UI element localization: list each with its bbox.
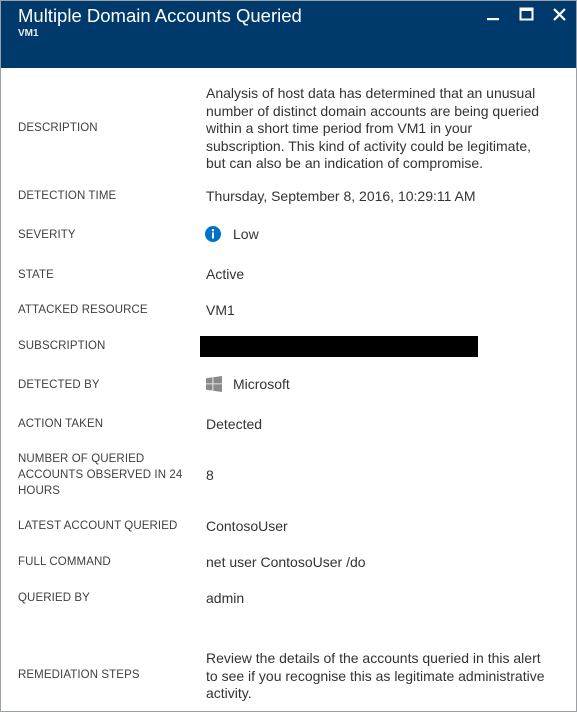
subscription-label: SUBSCRIPTION bbox=[18, 340, 106, 352]
queried-by-value: admin bbox=[206, 590, 245, 606]
blade-title: Multiple Domain Accounts Queried bbox=[18, 5, 302, 26]
subscription-redacted-value bbox=[200, 336, 478, 357]
description-value: Analysis of host data has determined tha… bbox=[206, 85, 540, 171]
maximize-icon bbox=[519, 7, 534, 21]
minimize-button[interactable] bbox=[483, 5, 503, 25]
close-button[interactable] bbox=[550, 5, 570, 25]
state-value: Active bbox=[206, 266, 245, 282]
full-command-value: net user ContosoUser /do bbox=[206, 554, 366, 570]
maximize-button[interactable] bbox=[517, 5, 537, 25]
attacked-resource-label: ATTACKED RESOURCE bbox=[18, 304, 148, 316]
action-taken-label: ACTION TAKEN bbox=[18, 418, 104, 430]
severity-label: SEVERITY bbox=[18, 229, 76, 241]
minimize-icon bbox=[487, 18, 499, 21]
severity-value: Low bbox=[233, 226, 259, 242]
queried-by-label: QUERIED BY bbox=[18, 592, 90, 604]
alert-details-blade: Multiple Domain Accounts Queried VM1 DES… bbox=[0, 0, 577, 712]
full-command-label: FULL COMMAND bbox=[18, 556, 111, 568]
detected-by-label: DETECTED BY bbox=[18, 379, 100, 391]
remediation-steps-value: Review the details of the accounts queri… bbox=[206, 650, 545, 701]
attacked-resource-value: VM1 bbox=[206, 302, 235, 318]
blade-subtitle: VM1 bbox=[18, 28, 39, 39]
queried-accounts-count-value: 8 bbox=[206, 467, 214, 483]
info-icon bbox=[205, 226, 221, 247]
action-taken-value: Detected bbox=[206, 416, 263, 432]
blade-header: Multiple Domain Accounts Queried VM1 bbox=[1, 1, 576, 68]
queried-accounts-count-label: NUMBER OF QUERIED ACCOUNTS OBSERVED IN 2… bbox=[18, 453, 183, 497]
close-icon bbox=[553, 8, 566, 21]
detection-time-value: Thursday, September 8, 2016, 10:29:11 AM bbox=[206, 188, 476, 204]
detected-by-value: Microsoft bbox=[233, 376, 290, 392]
latest-account-label: LATEST ACCOUNT QUERIED bbox=[18, 520, 178, 532]
description-label: DESCRIPTION bbox=[18, 122, 98, 134]
state-label: STATE bbox=[18, 269, 54, 281]
latest-account-value: ContosoUser bbox=[206, 518, 288, 534]
detection-time-label: DETECTION TIME bbox=[18, 190, 117, 202]
windows-logo-icon bbox=[206, 376, 222, 397]
remediation-steps-label: REMEDIATION STEPS bbox=[18, 669, 140, 681]
